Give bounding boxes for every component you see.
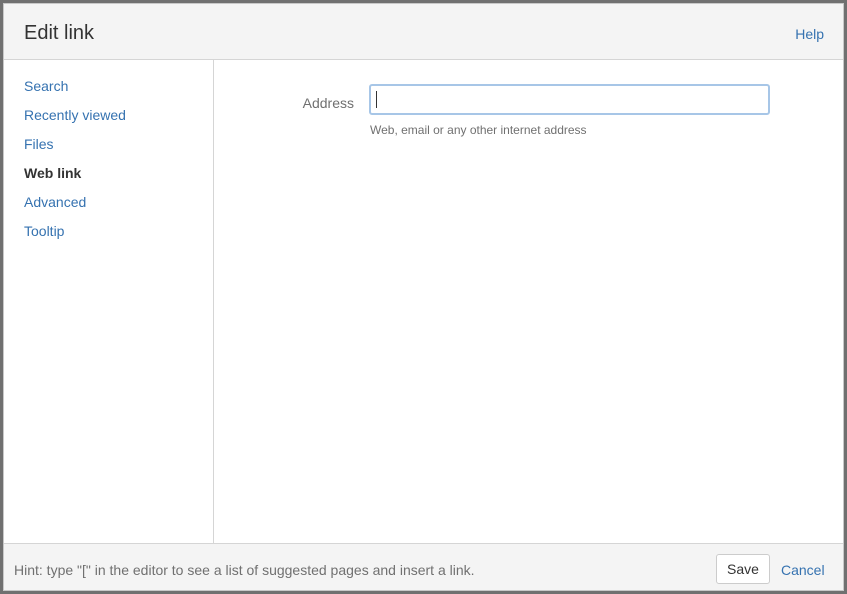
- web-link-panel: Address Web, email or any other internet…: [214, 60, 843, 543]
- cancel-link[interactable]: Cancel: [781, 561, 825, 579]
- help-link[interactable]: Help: [795, 25, 824, 43]
- address-input[interactable]: [369, 84, 770, 115]
- dialog-title: Edit link: [24, 22, 95, 44]
- hint-text: Hint: type "[" in the editor to see a li…: [14, 562, 475, 578]
- edit-link-dialog: Edit link Help Search Recently viewed Fi…: [3, 3, 844, 591]
- address-description: Web, email or any other internet address: [370, 123, 587, 137]
- sidebar-item-recently-viewed[interactable]: Recently viewed: [24, 106, 126, 124]
- sidebar-item-web-link[interactable]: Web link: [24, 164, 81, 182]
- address-label: Address: [302, 95, 354, 111]
- sidebar-item-advanced[interactable]: Advanced: [24, 193, 86, 211]
- dialog-header: Edit link Help: [4, 4, 843, 60]
- sidebar-item-search[interactable]: Search: [24, 77, 68, 95]
- link-type-sidebar: Search Recently viewed Files Web link Ad…: [4, 60, 214, 543]
- text-cursor: [376, 91, 377, 108]
- dialog-footer: Hint: type "[" in the editor to see a li…: [4, 543, 843, 590]
- sidebar-item-files[interactable]: Files: [24, 135, 54, 153]
- save-button[interactable]: Save: [716, 554, 770, 584]
- sidebar-item-tooltip[interactable]: Tooltip: [24, 222, 64, 240]
